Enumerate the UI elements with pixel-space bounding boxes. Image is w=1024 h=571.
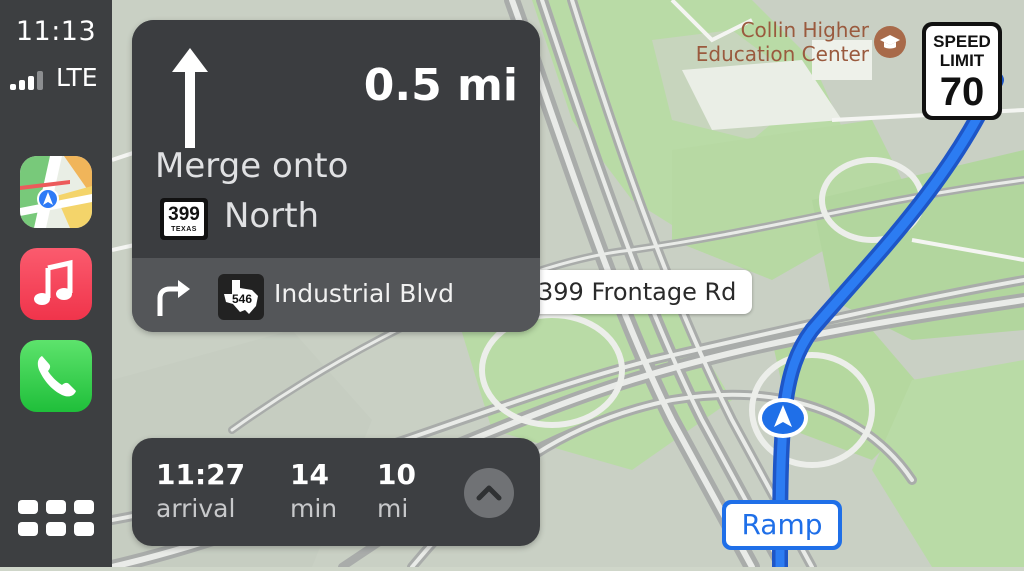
poi-label[interactable]: Collin Higher Education Center <box>696 18 869 66</box>
next-street-name: Industrial Blvd <box>274 279 454 308</box>
poi-name-line1: Collin Higher <box>740 18 869 42</box>
distance-label: mi <box>377 494 409 523</box>
chevron-up-icon <box>476 485 502 501</box>
expand-route-button[interactable] <box>464 468 514 518</box>
speed-limit-word-speed: SPEED <box>933 32 991 51</box>
maneuver-direction: North <box>224 196 320 236</box>
speed-limit-sign: SPEED LIMIT 70 <box>922 22 1002 120</box>
arrow-up-icon <box>170 46 210 154</box>
app-grid-icon[interactable] <box>18 500 94 540</box>
status-time: 11:13 <box>15 16 97 47</box>
music-app-icon[interactable] <box>20 248 92 320</box>
shield-state: TEXAS <box>171 226 197 233</box>
shield-number: 399 <box>168 204 200 225</box>
network-type: LTE <box>56 63 98 92</box>
distance-value: 10 <box>377 458 416 491</box>
texas-546-shield-icon: 546 <box>218 274 264 320</box>
maneuver-instruction: Merge onto <box>155 146 349 186</box>
cellular-signal-icon <box>10 70 50 90</box>
arrival-time: 11:27 <box>156 458 246 491</box>
graduation-cap-icon[interactable] <box>874 26 906 58</box>
eta-card[interactable]: 11:27 arrival 14 min 10 mi <box>132 438 540 546</box>
duration-label: min <box>290 494 338 523</box>
ramp-label-text: Ramp <box>726 504 838 546</box>
shield-546-number: 546 <box>232 292 252 306</box>
maneuver-card[interactable]: 0.5 mi Merge onto 399 TEXAS North 546 In… <box>132 20 540 332</box>
speed-limit-value: 70 <box>939 70 985 114</box>
speed-limit-word-limit: LIMIT <box>939 51 985 70</box>
texas-399-shield-icon: 399 TEXAS <box>160 198 208 240</box>
maps-app-icon[interactable] <box>20 156 92 228</box>
duration-value: 14 <box>290 458 329 491</box>
road-label: 399 Frontage Rd <box>520 270 753 314</box>
speed-limit-header: SPEED LIMIT <box>926 32 998 70</box>
carplay-sidebar: 11:13 LTE <box>0 0 112 567</box>
phone-app-icon[interactable] <box>20 340 92 412</box>
poi-name-line2: Education Center <box>695 42 869 66</box>
ramp-label: Ramp <box>722 500 842 550</box>
turn-right-icon <box>154 278 192 322</box>
location-puck-icon <box>757 396 809 440</box>
maneuver-distance: 0.5 mi <box>363 60 518 111</box>
arrival-label: arrival <box>156 494 236 523</box>
